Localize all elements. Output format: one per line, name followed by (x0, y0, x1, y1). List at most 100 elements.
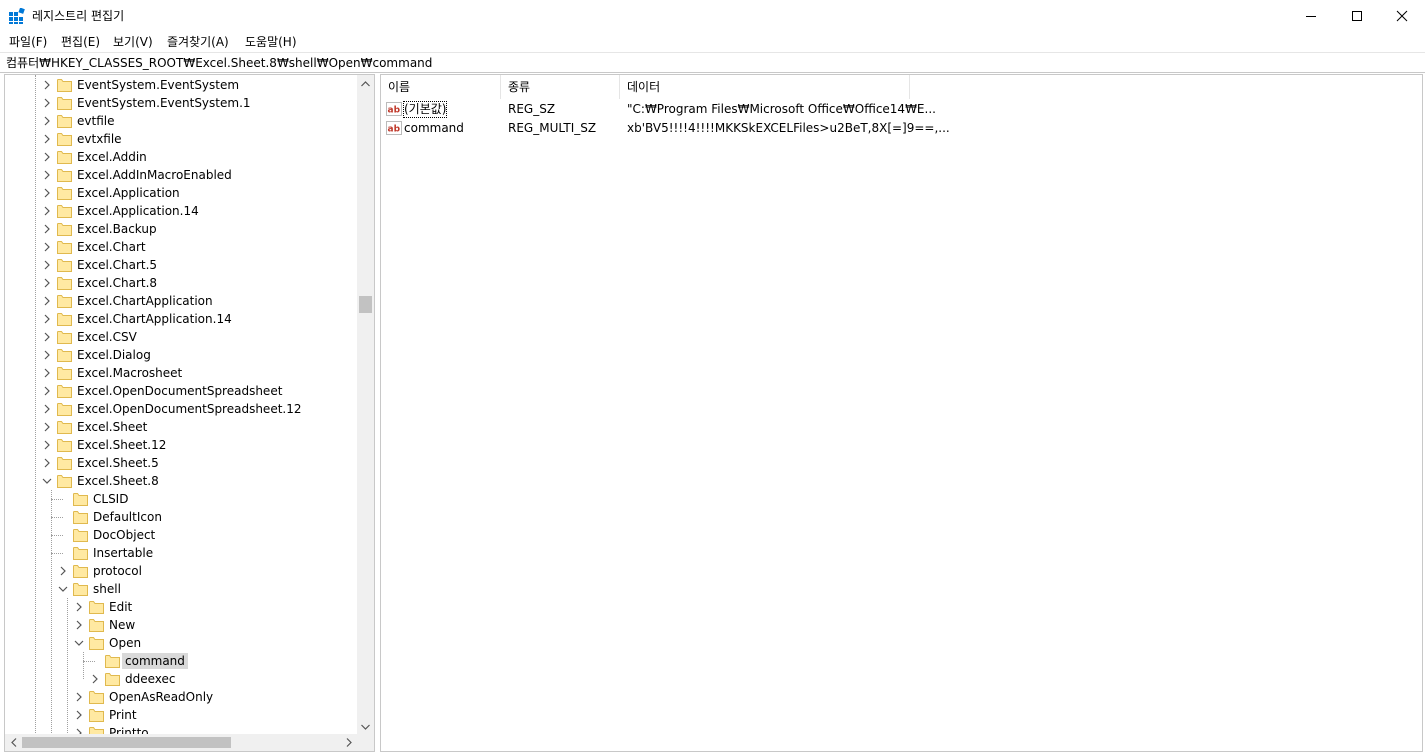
tree-item[interactable]: Excel.Addin (5, 148, 357, 166)
chevron-right-icon[interactable] (41, 241, 53, 253)
column-header-data[interactable]: 데이터 (620, 75, 910, 99)
tree-item[interactable]: Excel.Backup (5, 220, 357, 238)
tree-item[interactable]: command (5, 652, 357, 670)
chevron-down-icon[interactable] (41, 475, 53, 487)
value-row[interactable]: ab command REG_MULTI_SZ xb'BV5!!!!4!!!!M… (381, 119, 1424, 138)
tree-item[interactable]: shell (5, 580, 357, 598)
values-list-pane[interactable]: 이름 종류 데이터 ab (기본값) REG_SZ "C:₩Program Fi… (380, 74, 1423, 752)
tree-item[interactable]: Excel.Dialog (5, 346, 357, 364)
menu-file[interactable]: 파일(F) (9, 34, 47, 50)
tree-item[interactable]: New (5, 616, 357, 634)
tree-guide-line (51, 535, 63, 536)
column-header-type[interactable]: 종류 (501, 75, 620, 99)
tree-item[interactable]: Excel.Chart.8 (5, 274, 357, 292)
menu-help[interactable]: 도움말(H) (245, 34, 297, 50)
tree-item[interactable]: DocObject (5, 526, 357, 544)
tree-item[interactable]: Excel.OpenDocumentSpreadsheet.12 (5, 400, 357, 418)
menu-edit[interactable]: 편집(E) (61, 34, 100, 50)
menu-favorites[interactable]: 즐겨찾기(A) (167, 34, 229, 50)
tree-item[interactable]: DefaultIcon (5, 508, 357, 526)
tree-item[interactable]: Excel.Macrosheet (5, 364, 357, 382)
tree-item[interactable]: protocol (5, 562, 357, 580)
tree-vertical-scrollbar[interactable] (357, 75, 374, 735)
tree-item[interactable]: Excel.Sheet.5 (5, 454, 357, 472)
chevron-right-icon[interactable] (41, 151, 53, 163)
chevron-right-icon[interactable] (41, 205, 53, 217)
tree-horizontal-scroll-thumb[interactable] (22, 737, 231, 748)
tree-item[interactable]: Excel.OpenDocumentSpreadsheet (5, 382, 357, 400)
tree-item[interactable]: Excel.ChartApplication (5, 292, 357, 310)
tree-item-label: Excel.AddInMacroEnabled (77, 168, 232, 182)
value-row[interactable]: ab (기본값) REG_SZ "C:₩Program Files₩Micros… (381, 100, 1424, 119)
key-tree-pane[interactable]: EventSystem.EventSystem EventSystem.Event… (4, 74, 375, 752)
title-bar[interactable]: 레지스트리 편집기 (0, 0, 1425, 32)
folder-icon (89, 709, 104, 722)
chevron-right-icon[interactable] (41, 313, 53, 325)
tree-vertical-scroll-thumb[interactable] (359, 296, 372, 313)
chevron-right-icon[interactable] (73, 619, 85, 631)
chevron-right-icon[interactable] (41, 403, 53, 415)
tree-item[interactable]: EventSystem.EventSystem.1 (5, 94, 357, 112)
chevron-right-icon[interactable] (41, 349, 53, 361)
chevron-right-icon[interactable] (41, 79, 53, 91)
address-path[interactable]: 컴퓨터₩HKEY_CLASSES_ROOT₩Excel.Sheet.8₩shel… (6, 56, 432, 70)
scroll-right-button[interactable] (340, 734, 357, 751)
chevron-right-icon[interactable] (41, 331, 53, 343)
chevron-right-icon[interactable] (41, 457, 53, 469)
tree-item[interactable]: Excel.Sheet (5, 418, 357, 436)
scroll-up-button[interactable] (357, 75, 374, 92)
chevron-down-icon[interactable] (57, 583, 69, 595)
tree-item[interactable]: EventSystem.EventSystem (5, 76, 357, 94)
chevron-right-icon[interactable] (73, 691, 85, 703)
scroll-left-button[interactable] (5, 734, 22, 751)
chevron-right-icon[interactable] (41, 115, 53, 127)
chevron-right-icon[interactable] (41, 259, 53, 271)
tree-item[interactable]: Excel.Sheet.8 (5, 472, 357, 490)
chevron-right-icon[interactable] (73, 709, 85, 721)
chevron-right-icon[interactable] (41, 187, 53, 199)
tree-item[interactable]: evtxfile (5, 130, 357, 148)
tree-item[interactable]: Print (5, 706, 357, 724)
tree-item-label: Excel.Dialog (77, 348, 151, 362)
tree-item[interactable]: Excel.Application (5, 184, 357, 202)
scroll-down-button[interactable] (357, 718, 374, 735)
folder-icon (73, 547, 88, 560)
chevron-right-icon[interactable] (41, 421, 53, 433)
chevron-right-icon[interactable] (41, 367, 53, 379)
column-header-name[interactable]: 이름 (381, 75, 501, 99)
address-bar[interactable]: 컴퓨터₩HKEY_CLASSES_ROOT₩Excel.Sheet.8₩shel… (0, 52, 1425, 73)
tree-item[interactable]: Excel.Sheet.12 (5, 436, 357, 454)
tree-item[interactable]: Excel.Chart (5, 238, 357, 256)
chevron-down-icon[interactable] (73, 637, 85, 649)
minimize-button[interactable] (1288, 0, 1334, 32)
chevron-right-icon[interactable] (41, 277, 53, 289)
chevron-right-icon[interactable] (57, 565, 69, 577)
tree-item[interactable]: Excel.ChartApplication.14 (5, 310, 357, 328)
tree-item[interactable]: Insertable (5, 544, 357, 562)
chevron-right-icon[interactable] (41, 97, 53, 109)
maximize-button[interactable] (1334, 0, 1380, 32)
tree-horizontal-scrollbar[interactable] (5, 734, 357, 751)
tree-item[interactable]: OpenAsReadOnly (5, 688, 357, 706)
chevron-right-icon[interactable] (89, 673, 101, 685)
tree-item[interactable]: ddeexec (5, 670, 357, 688)
menu-view[interactable]: 보기(V) (113, 34, 153, 50)
chevron-right-icon[interactable] (41, 223, 53, 235)
tree-item[interactable]: Excel.CSV (5, 328, 357, 346)
tree-item[interactable]: Excel.Application.14 (5, 202, 357, 220)
tree-item[interactable]: Excel.Chart.5 (5, 256, 357, 274)
chevron-right-icon[interactable] (73, 601, 85, 613)
tree-item[interactable]: Edit (5, 598, 357, 616)
close-button[interactable] (1379, 0, 1425, 32)
tree-item[interactable]: Excel.AddInMacroEnabled (5, 166, 357, 184)
tree-item[interactable]: Open (5, 634, 357, 652)
tree-item-label: EventSystem.EventSystem.1 (77, 96, 251, 110)
chevron-right-icon[interactable] (41, 439, 53, 451)
chevron-right-icon[interactable] (41, 295, 53, 307)
tree-item[interactable]: CLSID (5, 490, 357, 508)
chevron-right-icon[interactable] (41, 385, 53, 397)
chevron-right-icon[interactable] (41, 169, 53, 181)
tree-item[interactable]: evtfile (5, 112, 357, 130)
chevron-right-icon[interactable] (41, 133, 53, 145)
folder-icon (89, 637, 104, 650)
